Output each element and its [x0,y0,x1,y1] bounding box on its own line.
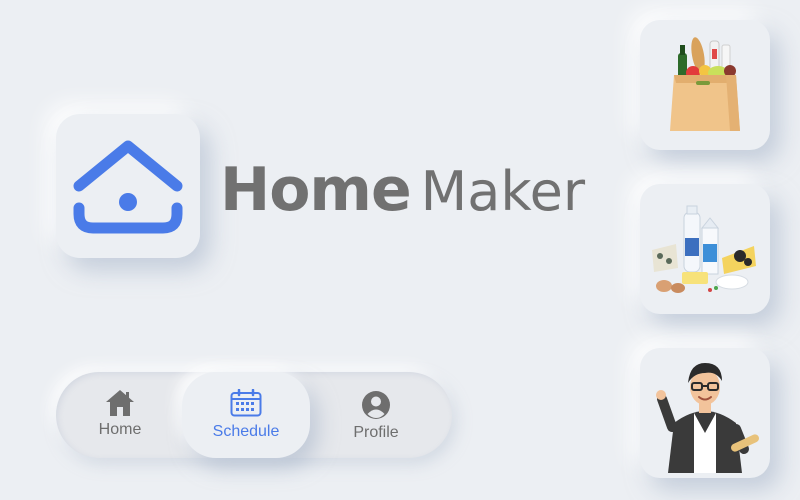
dairy-products-icon [652,205,756,293]
dairy-card[interactable] [640,184,770,314]
nav-label-schedule: Schedule [212,423,280,440]
grocery-bag-icon [670,37,740,131]
chef-card[interactable] [640,348,770,478]
nav-item-schedule[interactable]: Schedule [182,372,310,458]
chef-person-icon [656,363,759,473]
nav-label-profile: Profile [353,424,399,441]
user-circle-icon [362,391,390,419]
nav-item-profile[interactable]: Profile [336,386,416,446]
brand-name-light: Maker [420,160,586,223]
nav-item-home[interactable]: Home [80,384,160,444]
calendar-icon [230,389,262,417]
bottom-nav: Home Schedule Profile [56,372,452,458]
logo-tile [56,114,200,258]
home-logo-icon [73,140,183,234]
brand-wordmark: Home Maker [220,150,585,230]
nav-label-home: Home [98,421,142,438]
grocery-card[interactable] [640,20,770,150]
house-icon [106,390,134,416]
brand-name-bold: Home [220,155,412,225]
